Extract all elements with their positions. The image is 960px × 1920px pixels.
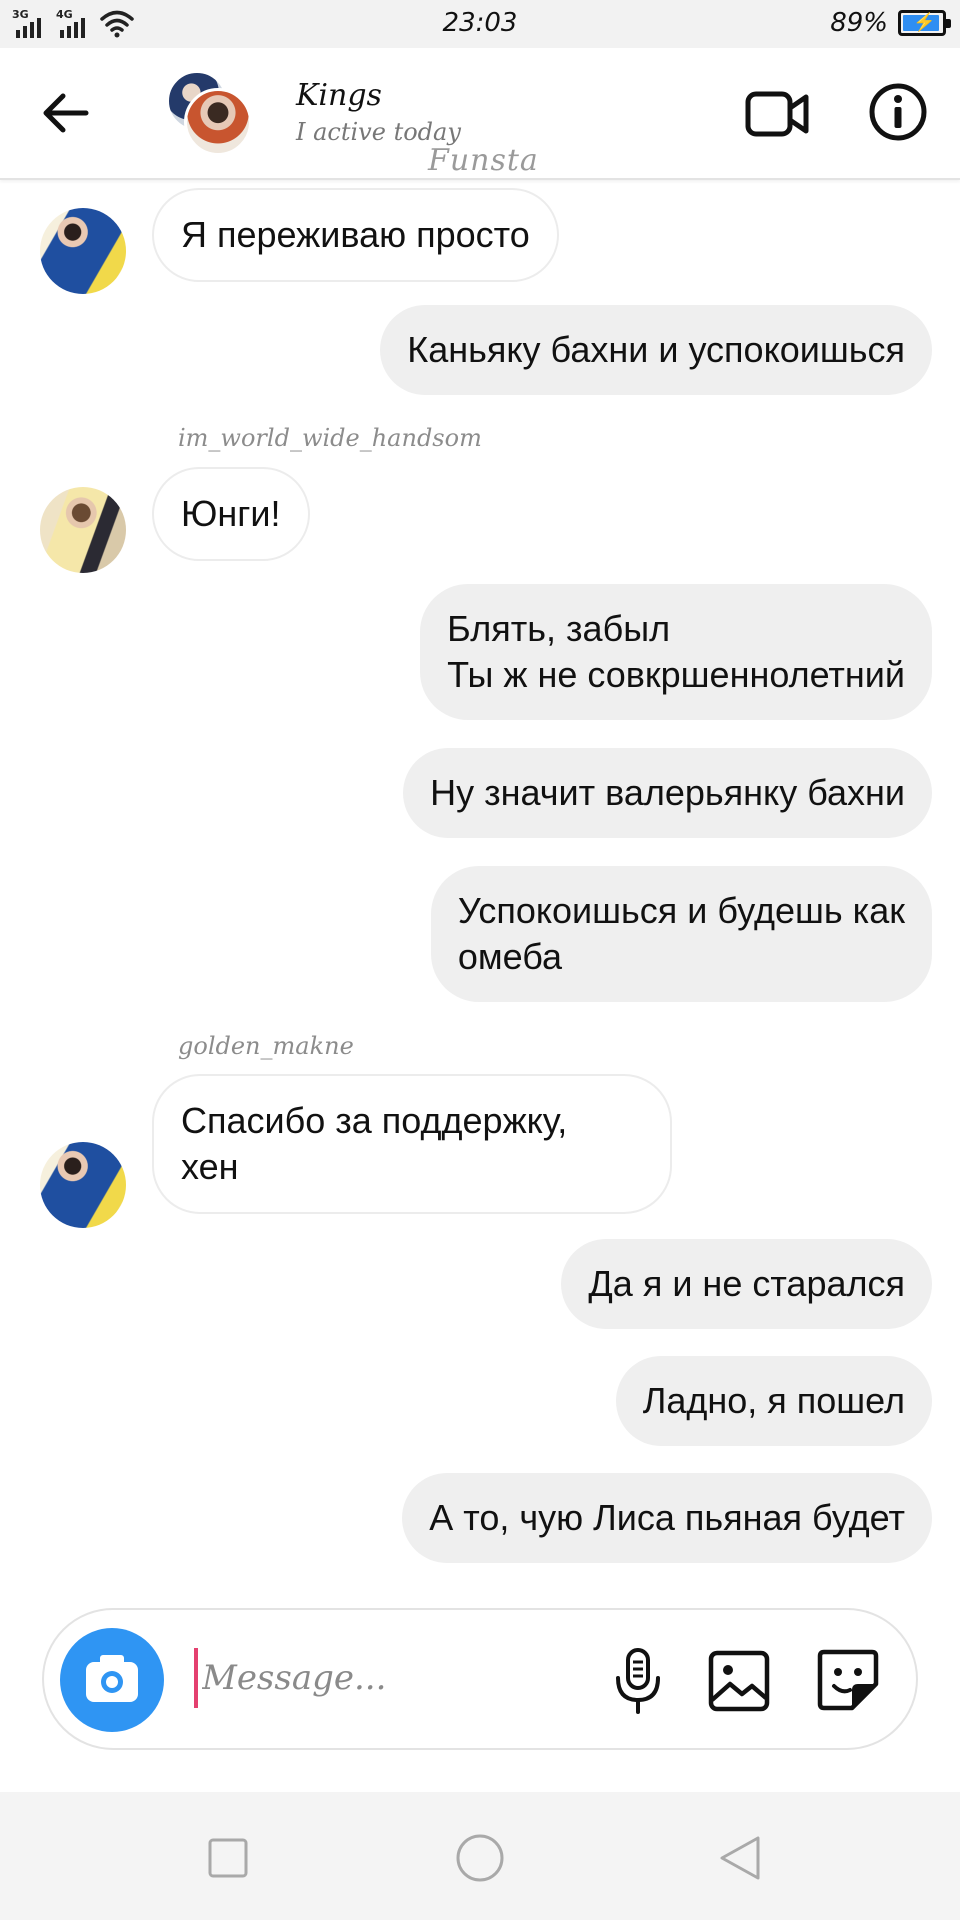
camera-button[interactable]: [60, 1628, 164, 1732]
gallery-icon[interactable]: [706, 1648, 772, 1714]
message-incoming[interactable]: Я переживаю просто: [152, 188, 559, 282]
system-navigation-bar: [0, 1792, 960, 1920]
video-camera-icon[interactable]: [744, 84, 812, 144]
message-outgoing[interactable]: Успокоишься и будешь как омеба: [430, 866, 932, 1002]
message-outgoing[interactable]: А то, чую Лиса пьяная будет: [402, 1473, 932, 1563]
back-arrow-icon[interactable]: [36, 88, 96, 138]
sticker-icon[interactable]: [814, 1646, 882, 1714]
message-outgoing[interactable]: Каньяку бахни и успокоишься: [380, 305, 932, 395]
chat-title[interactable]: Kings: [296, 78, 382, 113]
message-input[interactable]: [194, 1648, 614, 1708]
clock: 23:03: [442, 8, 518, 38]
message-outgoing[interactable]: Ну значит валерьянку бахни: [403, 748, 932, 838]
message-outgoing[interactable]: Блять, забыл Ты ж не совкршеннолетний: [420, 584, 932, 720]
message-composer: [42, 1608, 918, 1750]
message-incoming[interactable]: Спасибо за поддержку, хен: [152, 1074, 672, 1214]
battery-percent: 89%: [830, 8, 888, 38]
sender-avatar-golden-makne[interactable]: [40, 208, 126, 294]
watermark: Funsta: [428, 143, 539, 178]
info-icon[interactable]: [868, 82, 928, 142]
status-bar: 3G 4G 23:03 89% ⚡: [0, 0, 960, 48]
camera-icon: [86, 1655, 138, 1702]
sender-avatar-im-world-wide-handsom[interactable]: [40, 487, 126, 573]
home-icon[interactable]: [450, 1828, 510, 1888]
sender-name: golden_makne: [178, 1032, 354, 1060]
battery-icon: ⚡: [898, 10, 951, 36]
sender-name: im_world_wide_handsom: [178, 424, 482, 452]
group-avatar-image-2: [184, 88, 252, 156]
chat-header: Kings I active today Funsta: [0, 48, 960, 180]
charging-bolt-icon: ⚡: [913, 12, 936, 32]
recent-apps-icon[interactable]: [198, 1828, 258, 1888]
chat-status: I active today: [296, 118, 461, 146]
sender-avatar-golden-makne[interactable]: [40, 1142, 126, 1228]
back-icon[interactable]: [710, 1828, 770, 1888]
message-incoming[interactable]: Юнги!: [152, 467, 310, 561]
microphone-icon[interactable]: [604, 1646, 672, 1716]
group-avatar[interactable]: [166, 70, 254, 158]
message-outgoing[interactable]: Да я и не старался: [561, 1239, 932, 1329]
message-outgoing[interactable]: Ладно, я пошел: [615, 1356, 932, 1446]
